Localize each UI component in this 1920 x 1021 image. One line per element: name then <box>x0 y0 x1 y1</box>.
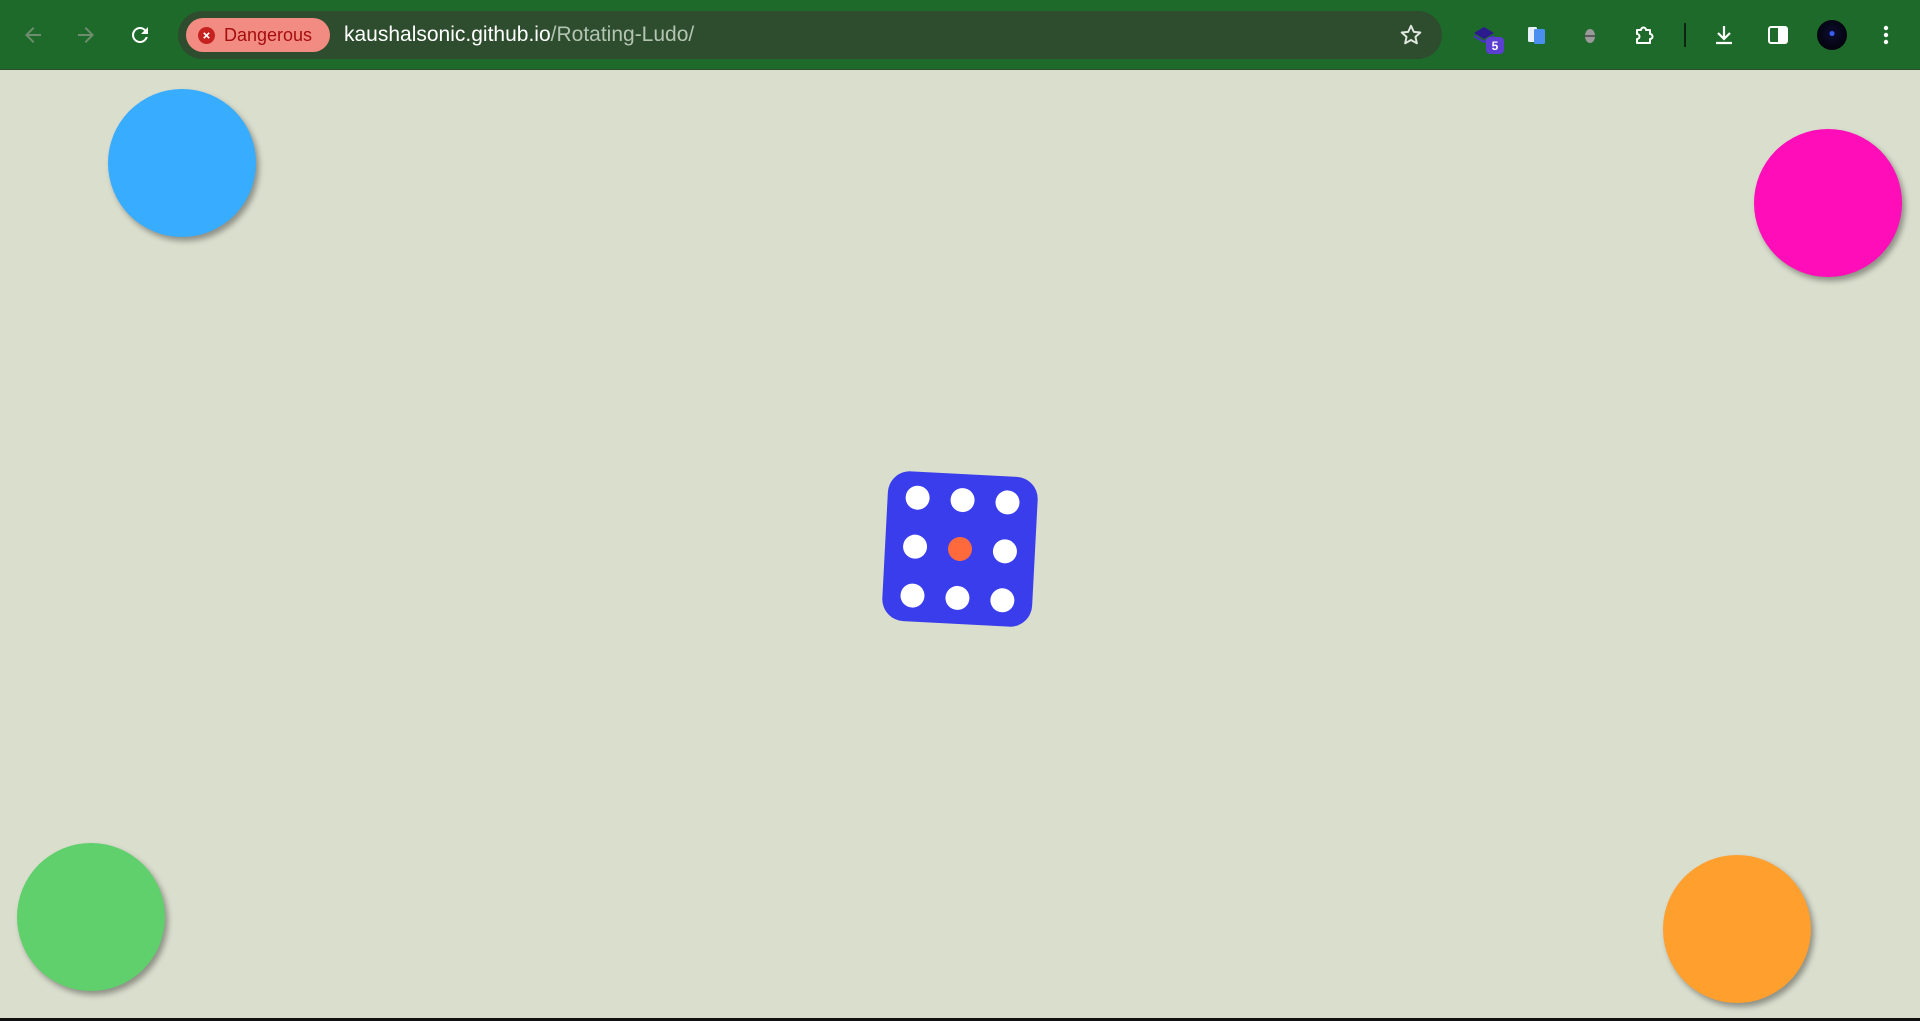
dice-pip <box>899 582 926 609</box>
extension-pages-button[interactable] <box>1519 17 1555 53</box>
downloads-button[interactable] <box>1706 17 1742 53</box>
side-panel-button[interactable] <box>1760 17 1796 53</box>
security-chip-dangerous[interactable]: Dangerous <box>186 18 330 52</box>
forward-arrow-icon <box>78 27 94 43</box>
dice-pip <box>905 485 931 511</box>
kebab-menu-icon <box>1883 25 1889 45</box>
extension-blob-icon <box>1585 29 1595 43</box>
dice-pip <box>989 587 1015 613</box>
error-x-icon <box>198 26 215 44</box>
extension-badge: 5 <box>1486 37 1504 54</box>
browser-menu-button[interactable] <box>1868 17 1904 53</box>
url-host: kaushalsonic.github.io <box>344 23 551 46</box>
back-button[interactable] <box>15 17 51 53</box>
extension-pages-icon <box>1528 27 1545 44</box>
url-text[interactable]: kaushalsonic.github.io/Rotating-Ludo/ <box>344 23 694 47</box>
back-arrow-icon <box>25 27 41 43</box>
address-bar[interactable]: Dangerous kaushalsonic.github.io/Rotatin… <box>178 11 1442 59</box>
puzzle-icon <box>1636 26 1654 44</box>
dice-pip <box>944 585 971 611</box>
player-token-blue[interactable] <box>108 89 256 237</box>
player-token-pink[interactable] <box>1754 129 1902 277</box>
dice-pip-center <box>947 536 973 562</box>
dice-pip <box>902 534 928 560</box>
profile-avatar[interactable] <box>1817 20 1847 50</box>
browser-toolbar: Dangerous kaushalsonic.github.io/Rotatin… <box>0 0 1920 70</box>
forward-button[interactable] <box>68 17 104 53</box>
dice[interactable] <box>881 470 1039 628</box>
reload-button[interactable] <box>122 17 158 53</box>
game-board <box>0 70 1920 1021</box>
extension-blob-button[interactable] <box>1572 17 1608 53</box>
bookmark-star-icon[interactable] <box>1398 22 1424 48</box>
reload-icon <box>132 26 148 43</box>
toolbar-divider <box>1684 23 1686 47</box>
side-panel-icon <box>1768 26 1788 44</box>
player-token-green[interactable] <box>17 843 165 991</box>
url-path: /Rotating-Ludo/ <box>550 23 695 46</box>
extensions-menu-button[interactable] <box>1627 17 1663 53</box>
dice-pip <box>992 538 1018 564</box>
security-chip-label: Dangerous <box>224 24 313 45</box>
dice-pip <box>949 487 976 513</box>
player-token-orange[interactable] <box>1663 855 1811 1003</box>
extension-stack-button[interactable]: 5 <box>1466 17 1504 54</box>
dice-pip <box>994 489 1021 516</box>
download-icon <box>1716 26 1732 45</box>
